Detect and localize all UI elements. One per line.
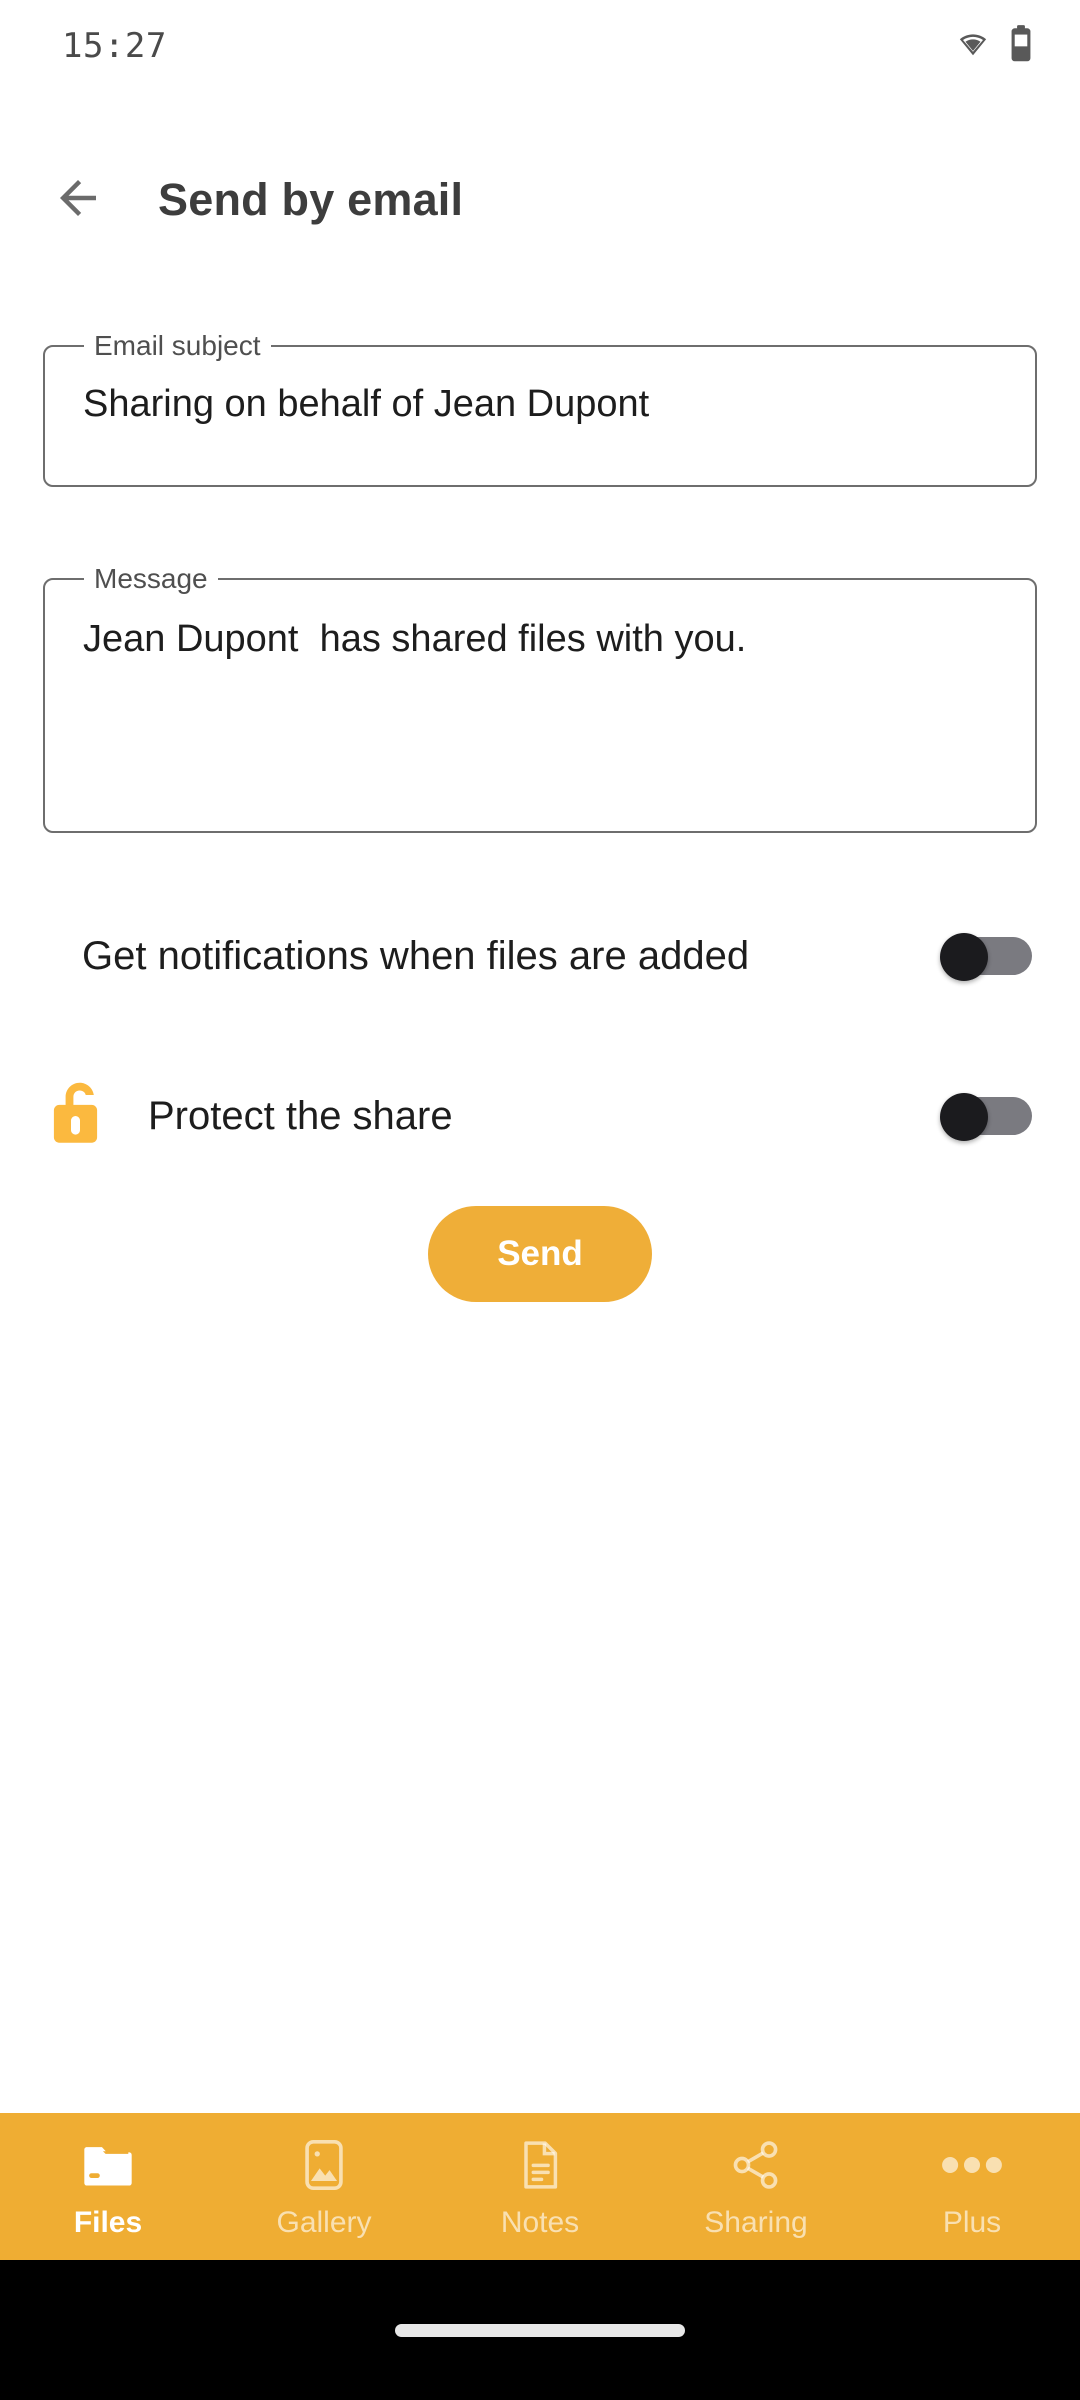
share-icon: [727, 2134, 785, 2196]
status-bar-clock: 15:27: [62, 26, 167, 66]
nav-item-plus[interactable]: Plus: [864, 2113, 1080, 2260]
unlocked-padlock-icon: [42, 1076, 118, 1156]
notifications-setting-row[interactable]: Get notifications when files are added: [0, 910, 1080, 1002]
nav-label-sharing: Sharing: [704, 2205, 808, 2239]
app-screen: 15:27 Send by email Email subject Sharin…: [0, 0, 1080, 2400]
bottom-navigation: Files Gallery Notes Sharing Plus: [0, 2113, 1080, 2260]
email-subject-input[interactable]: Sharing on behalf of Jean Dupont: [83, 383, 1015, 426]
system-gesture-bar: [0, 2260, 1080, 2400]
home-indicator[interactable]: [395, 2323, 685, 2337]
app-header: Send by email: [0, 150, 1080, 250]
battery-icon: [1010, 24, 1032, 68]
nav-item-gallery[interactable]: Gallery: [216, 2113, 432, 2260]
message-input[interactable]: Jean Dupont has shared files with you.: [83, 618, 1015, 661]
back-arrow-icon: [51, 171, 105, 230]
status-bar-icons: [954, 24, 1032, 68]
nav-item-sharing[interactable]: Sharing: [648, 2113, 864, 2260]
toggle-thumb: [940, 933, 988, 981]
image-icon: [295, 2134, 353, 2196]
back-button[interactable]: [30, 152, 126, 248]
wifi-icon: [954, 29, 992, 64]
message-label: Message: [84, 563, 218, 595]
nav-label-gallery: Gallery: [276, 2205, 372, 2239]
page-title: Send by email: [158, 174, 464, 225]
nav-label-notes: Notes: [500, 2205, 580, 2239]
notifications-toggle[interactable]: [940, 933, 1032, 981]
status-bar: 15:27: [0, 0, 1080, 92]
message-field[interactable]: Message Jean Dupont has shared files wit…: [43, 563, 1037, 833]
nav-label-plus: Plus: [942, 2205, 1002, 2239]
folder-icon: [78, 2134, 138, 2196]
nav-item-notes[interactable]: Notes: [432, 2113, 648, 2260]
nav-label-files: Files: [73, 2205, 143, 2239]
send-button[interactable]: Send: [428, 1206, 652, 1302]
protect-share-setting-row[interactable]: Protect the share: [0, 1070, 1080, 1162]
document-icon: [512, 2134, 568, 2196]
protect-share-toggle[interactable]: [940, 1093, 1032, 1141]
toggle-thumb: [940, 1093, 988, 1141]
nav-item-files[interactable]: Files: [0, 2113, 216, 2260]
more-dots-icon: [941, 2134, 1003, 2196]
protect-share-label: Protect the share: [148, 1093, 453, 1138]
notifications-label: Get notifications when files are added: [82, 933, 750, 978]
email-subject-label: Email subject: [84, 330, 271, 362]
email-subject-field[interactable]: Email subject Sharing on behalf of Jean …: [43, 330, 1037, 487]
